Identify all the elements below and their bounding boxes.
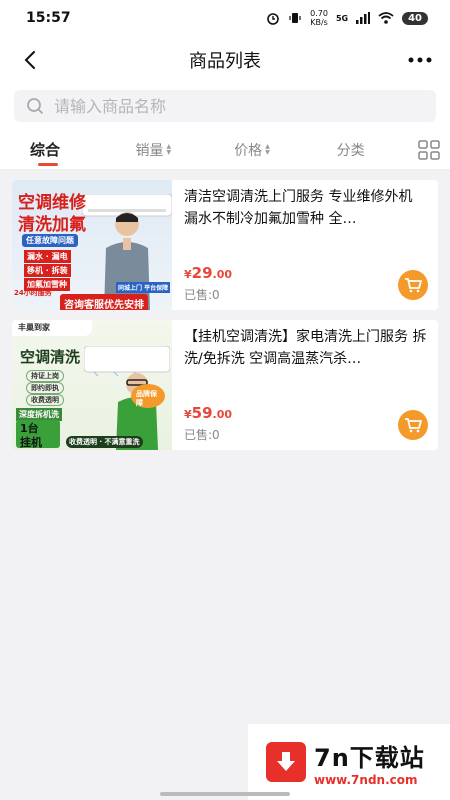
grid-view-icon <box>418 139 440 160</box>
tab-label: 分类 <box>336 142 365 159</box>
back-button[interactable] <box>16 46 44 74</box>
thumb-headline: 清洗加氟 <box>18 215 86 235</box>
product-list: 空调维修 清洗加氟 任意故障问题 漏水 · 漏电 移机 · 拆装 加氟加雪种 2… <box>0 170 450 470</box>
thumb-item: 漏水 · 漏电 <box>24 250 71 263</box>
search-icon <box>27 98 43 114</box>
add-to-cart-button[interactable] <box>398 270 428 300</box>
thumb-check: 即约即执 <box>26 382 64 394</box>
layout-toggle-button[interactable] <box>400 139 440 160</box>
signal-icon <box>356 12 371 24</box>
product-title: 清洁空调清洗上门服务 专业维修外机 漏水不制冷加氟加雪种 全… <box>184 189 413 227</box>
price-decimal: .00 <box>212 268 233 281</box>
tab-label: 销量 <box>135 142 164 159</box>
sold-count: 已售:0 <box>184 288 220 302</box>
add-to-cart-button[interactable] <box>398 410 428 440</box>
thumb-footer: 收费透明 · 不满意重洗 <box>66 436 143 448</box>
search-container <box>0 84 450 130</box>
search-box[interactable] <box>14 90 436 122</box>
product-card[interactable]: 空调维修 清洗加氟 任意故障问题 漏水 · 漏电 移机 · 拆装 加氟加雪种 2… <box>12 180 438 310</box>
back-arrow-icon <box>24 51 35 69</box>
tab-comprehensive[interactable]: 综合 <box>22 130 104 170</box>
thumb-tag: 任意故障问题 <box>22 234 78 247</box>
thumb-check: 收费透明 <box>26 394 64 406</box>
nav-bar: 商品列表 <box>0 36 450 84</box>
tab-price[interactable]: 价格 ▲ ▼ <box>203 130 302 170</box>
thumb-item: 移机 · 拆装 <box>24 264 71 277</box>
price-decimal: .00 <box>212 408 233 421</box>
watermark-url: www.7ndn.com <box>314 772 418 787</box>
sort-arrows-icon: ▲ ▼ <box>166 142 172 156</box>
watermark-name: 7n下载站 <box>314 743 425 772</box>
status-bar: 15:57 0.70 KB/s 5G 40 <box>0 0 450 36</box>
download-logo-icon <box>266 742 306 782</box>
thumb-footer: 咨询客服优先安排 <box>60 294 148 310</box>
product-price: ¥29.00 <box>184 264 232 282</box>
thumb-badge: 24小时服务 <box>14 289 52 297</box>
tab-label: 综合 <box>30 141 61 159</box>
page-title: 商品列表 <box>189 51 261 72</box>
thumb-promise: 同城上门 平台保障 <box>116 282 171 293</box>
vibrate-icon <box>289 13 301 23</box>
more-dots-icon <box>408 57 432 63</box>
price-symbol: ¥ <box>184 268 192 281</box>
thumb-unit-label: 挂机 <box>20 436 42 449</box>
watermark: 7n下载站 www.7ndn.com <box>248 724 450 800</box>
product-card[interactable]: 丰巢到家 空调清洗 持证上岗 即约即执 收费透明 深度拆机洗 1台 挂机 品牌保… <box>12 320 438 450</box>
price-integer: 29 <box>191 264 213 282</box>
product-image: 丰巢到家 空调清洗 持证上岗 即约即执 收费透明 深度拆机洗 1台 挂机 品牌保… <box>12 320 172 450</box>
search-input[interactable] <box>54 96 424 116</box>
tab-category[interactable]: 分类 <box>301 130 400 170</box>
thumb-check: 持证上岗 <box>26 370 64 382</box>
thumb-seal: 品牌保障 <box>136 390 157 407</box>
product-title: 【挂机空调清洗】家电清洗上门服务 拆洗/免拆洗 空调高温蒸汽杀… <box>184 329 427 367</box>
sort-arrows-icon: ▲ ▼ <box>265 142 270 156</box>
alarm-icon <box>267 13 279 25</box>
price-symbol: ¥ <box>184 408 192 421</box>
sold-count: 已售:0 <box>184 428 220 442</box>
tab-sales[interactable]: 销量 ▲ ▼ <box>104 130 203 170</box>
cart-icon <box>405 278 422 293</box>
home-indicator[interactable] <box>160 792 290 796</box>
product-info: 【挂机空调清洗】家电清洗上门服务 拆洗/免拆洗 空调高温蒸汽杀… ¥59.00 … <box>172 320 438 450</box>
download-arrow-icon <box>277 752 295 771</box>
net-speed-unit: KB/s <box>310 18 328 27</box>
sort-tabs: 综合 销量 ▲ ▼ 价格 ▲ ▼ 分类 <box>0 130 450 170</box>
price-integer: 59 <box>191 404 213 422</box>
product-image: 空调维修 清洗加氟 任意故障问题 漏水 · 漏电 移机 · 拆装 加氟加雪种 2… <box>12 180 172 310</box>
signal-label: 5G <box>335 13 349 23</box>
tab-label: 价格 <box>234 142 263 159</box>
net-speed: 0.70 KB/s <box>310 9 328 27</box>
more-button[interactable] <box>406 46 434 74</box>
wifi-icon <box>378 12 394 24</box>
battery-indicator: 40 <box>402 11 428 25</box>
status-time: 15:57 <box>26 10 71 26</box>
watermark-text: 7n下载站 www.7ndn.com <box>314 738 425 787</box>
product-price: ¥59.00 <box>184 404 232 422</box>
status-icons: 0.70 KB/s 5G 40 <box>266 9 428 27</box>
thumb-headline: 空调清洗 <box>20 348 81 366</box>
cart-icon <box>405 418 422 433</box>
product-info: 清洁空调清洗上门服务 专业维修外机 漏水不制冷加氟加雪种 全… ¥29.00 已… <box>172 180 438 310</box>
thumb-brand: 丰巢到家 <box>18 323 50 332</box>
net-speed-value: 0.70 <box>310 9 328 18</box>
